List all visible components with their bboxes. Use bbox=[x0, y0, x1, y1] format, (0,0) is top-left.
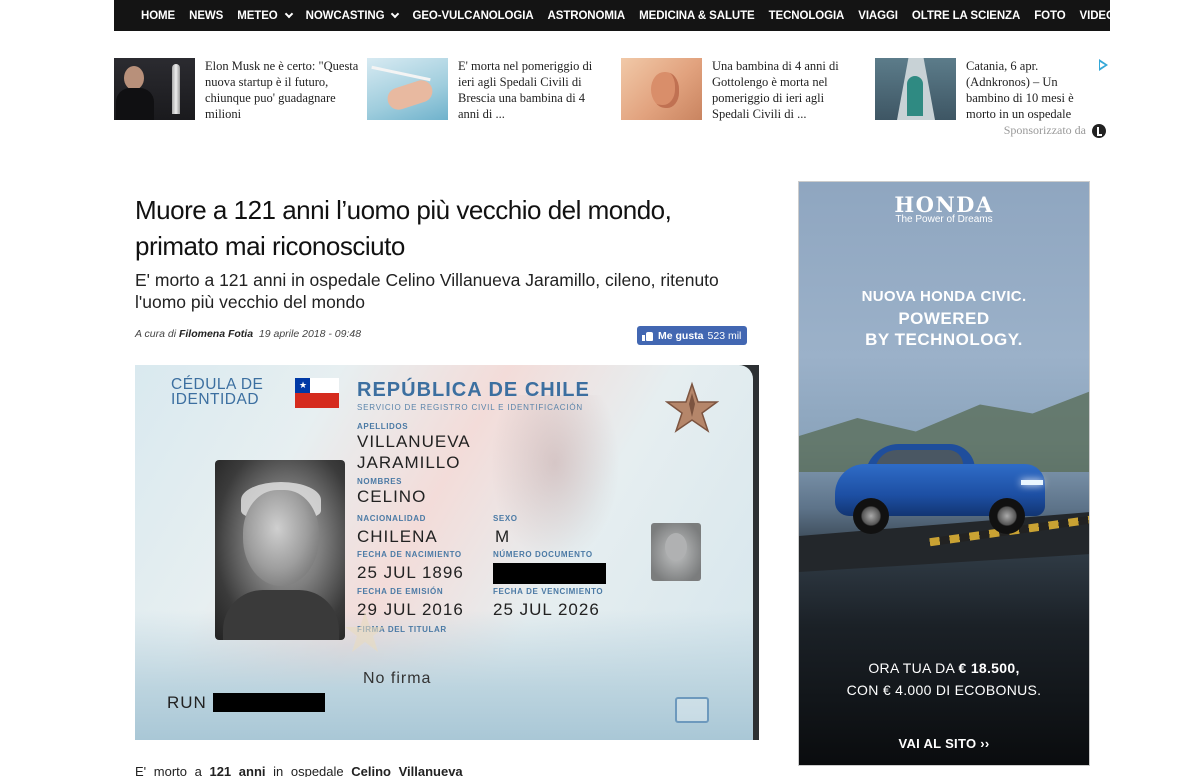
nav-tecnologia-label: TECNOLOGIA bbox=[768, 9, 845, 22]
ad-price-line2: CON € 4.000 DI ECOBONUS. bbox=[846, 682, 1042, 698]
nav-meteo[interactable]: METEO bbox=[237, 9, 293, 22]
nav-oltre-la-scienza[interactable]: OLTRE LA SCIENZA bbox=[912, 10, 1020, 22]
label-apellidos: APELLIDOS bbox=[357, 422, 409, 431]
article-title-line1: Muore a 121 anni l’uomo più vecchio del … bbox=[135, 195, 672, 225]
ad-cta-button[interactable]: VAI AL SITO ›› bbox=[799, 736, 1089, 751]
article-image-id-card: CÉDULA DE IDENTIDAD ★ REPÚBLICA DE CHILE … bbox=[135, 365, 759, 740]
nav-geo-vulcanologia[interactable]: GEO-VULCANOLOGIA bbox=[412, 10, 533, 22]
label-emision: FECHA DE EMISIÓN bbox=[357, 587, 444, 596]
sponsored-item[interactable]: Catania, 6 apr. (Adnkronos) – Un bambino… bbox=[875, 58, 1094, 121]
label-run: RUN bbox=[167, 693, 207, 712]
label-vencimiento: FECHA DE VENCIMIENTO bbox=[493, 587, 604, 596]
sponsored-thumbnail bbox=[367, 58, 448, 120]
value-apellido2: JARAMILLO bbox=[357, 453, 461, 472]
redaction-bar bbox=[493, 563, 606, 584]
nav-home-label: HOME bbox=[141, 9, 176, 22]
article-body-start: E' morto a 121 anni in ospedale Celino V… bbox=[135, 764, 463, 777]
nav-astronomia-label: ASTRONOMIA bbox=[547, 9, 626, 22]
ad-headline-2: POWERED bbox=[898, 309, 990, 328]
sponsored-text: Una bambina di 4 anni di Gottolengo è mo… bbox=[712, 59, 839, 121]
chevron-down-icon bbox=[391, 9, 400, 18]
nav-viaggi-label: VIAGGI bbox=[858, 9, 898, 22]
nav-news[interactable]: NEWS bbox=[189, 10, 223, 22]
sponsored-strip: Elon Musk ne è certo: "Questa nuova star… bbox=[114, 58, 1110, 138]
nav-foto-label: FOTO bbox=[1034, 9, 1066, 22]
nav-video[interactable]: VIDEO bbox=[1080, 10, 1115, 22]
nav-oltre-label: OLTRE LA SCIENZA bbox=[911, 9, 1021, 22]
sponsored-thumbnail bbox=[621, 58, 702, 120]
label-nacimiento: FECHA DE NACIMIENTO bbox=[357, 550, 462, 559]
ad-headline-3: BY TECHNOLOGY. bbox=[865, 330, 1023, 349]
card-service: SERVICIO DE REGISTRO CIVIL E IDENTIFICAC… bbox=[357, 403, 583, 412]
chile-flag-icon: ★ bbox=[295, 378, 339, 408]
holographic-star-icon bbox=[345, 612, 385, 652]
sponsored-thumbnail bbox=[875, 58, 956, 120]
card-cedula-label: CÉDULA DE IDENTIDAD bbox=[171, 376, 264, 408]
article-title: Muore a 121 anni l’uomo più vecchio del … bbox=[135, 192, 755, 264]
sponsored-item[interactable]: Una bambina di 4 anni di Gottolengo è mo… bbox=[621, 58, 862, 121]
nav-viaggi[interactable]: VIAGGI bbox=[858, 10, 898, 22]
ad-price-line1: ORA TUA DA € 18.500, bbox=[868, 660, 1020, 676]
sponsored-item[interactable]: Elon Musk ne è certo: "Questa nuova star… bbox=[114, 58, 365, 121]
article-subtitle: E' morto a 121 anni in ospedale Celino V… bbox=[135, 270, 719, 312]
value-sexo: M bbox=[495, 527, 511, 546]
thumbs-up-icon bbox=[642, 331, 653, 341]
author-link[interactable]: Filomena Fotia bbox=[179, 328, 253, 340]
value-apellido1: VILLANUEVA bbox=[357, 432, 471, 451]
top-nav: HOME NEWS METEO NOWCASTING GEO-VULCANOLO… bbox=[114, 0, 1150, 31]
byline: A cura di Filomena Fotia 19 aprile 2018 … bbox=[135, 328, 361, 340]
nav-nowcasting[interactable]: NOWCASTING bbox=[305, 9, 400, 22]
adchoices-icon[interactable] bbox=[1099, 59, 1108, 71]
id-card: CÉDULA DE IDENTIDAD ★ REPÚBLICA DE CHILE … bbox=[135, 365, 753, 740]
nav-medicina-salute[interactable]: MEDICINA & SALUTE bbox=[639, 9, 755, 22]
like-count: 523 mil bbox=[707, 329, 742, 342]
sponsored-text: E' morta nel pomeriggio di ieri agli Spe… bbox=[458, 59, 593, 121]
facebook-like-button[interactable]: Me gusta 523 mil bbox=[637, 326, 748, 345]
nav-astronomia[interactable]: ASTRONOMIA bbox=[548, 10, 626, 22]
nav-meteo-label: METEO bbox=[237, 9, 278, 22]
nav-geo-label: GEO-VULCANOLOGIA bbox=[412, 9, 534, 22]
value-nacimiento: 25 JUL 1896 bbox=[357, 563, 464, 582]
chevron-down-icon bbox=[284, 9, 293, 18]
nav-news-label: NEWS bbox=[189, 9, 224, 22]
sponsored-by[interactable]: Sponsorizzato da bbox=[1004, 123, 1106, 138]
sponsored-item[interactable]: E' morta nel pomeriggio di ieri agli Spe… bbox=[367, 58, 608, 121]
honda-ad-banner[interactable]: HONDA The Power of Dreams NUOVA HONDA CI… bbox=[798, 181, 1090, 766]
card-republic: REPÚBLICA DE CHILE bbox=[357, 379, 590, 401]
value-nacionalidad: CHILENA bbox=[357, 527, 438, 546]
byline-prefix: A cura di bbox=[135, 328, 177, 340]
label-sexo: SEXO bbox=[493, 514, 518, 523]
like-label: Me gusta bbox=[658, 329, 704, 342]
nav-nowcasting-label: NOWCASTING bbox=[305, 9, 385, 22]
article-title-line2: primato mai riconosciuto bbox=[135, 231, 405, 261]
nav-foto[interactable]: FOTO bbox=[1034, 10, 1065, 22]
sponsor-logo-icon bbox=[1092, 123, 1106, 138]
chip-icon bbox=[675, 697, 709, 723]
nav-tecnologia[interactable]: TECNOLOGIA bbox=[769, 10, 845, 22]
sponsored-thumbnail bbox=[114, 58, 195, 120]
nav-home[interactable]: HOME bbox=[141, 10, 175, 22]
mini-photo bbox=[651, 523, 701, 581]
value-nombres: CELINO bbox=[357, 487, 427, 506]
sponsored-label: Sponsorizzato da bbox=[1003, 123, 1086, 137]
value-vencimiento: 25 JUL 2026 bbox=[493, 600, 600, 619]
car-image bbox=[835, 444, 1055, 534]
redaction-bar bbox=[213, 693, 325, 712]
ad-headline-1: NUOVA HONDA CIVIC. bbox=[861, 288, 1027, 305]
value-firma: No firma bbox=[363, 670, 432, 687]
sponsored-text: Catania, 6 apr. (Adnkronos) – Un bambino… bbox=[966, 59, 1074, 121]
label-nacionalidad: NACIONALIDAD bbox=[357, 514, 426, 523]
sponsored-text: Elon Musk ne è certo: "Questa nuova star… bbox=[205, 59, 359, 121]
label-documento: NÚMERO DOCUMENTO bbox=[493, 550, 593, 559]
star-emblem-icon bbox=[665, 381, 719, 433]
nav-medicina-label: MEDICINA & SALUTE bbox=[639, 9, 755, 22]
ad-tagline: The Power of Dreams bbox=[895, 214, 993, 225]
label-nombres: NOMBRES bbox=[357, 477, 403, 486]
article-date: 19 aprile 2018 - 09:48 bbox=[258, 328, 362, 340]
nav-video-label: VIDEO bbox=[1079, 9, 1115, 22]
id-photo bbox=[215, 460, 345, 640]
